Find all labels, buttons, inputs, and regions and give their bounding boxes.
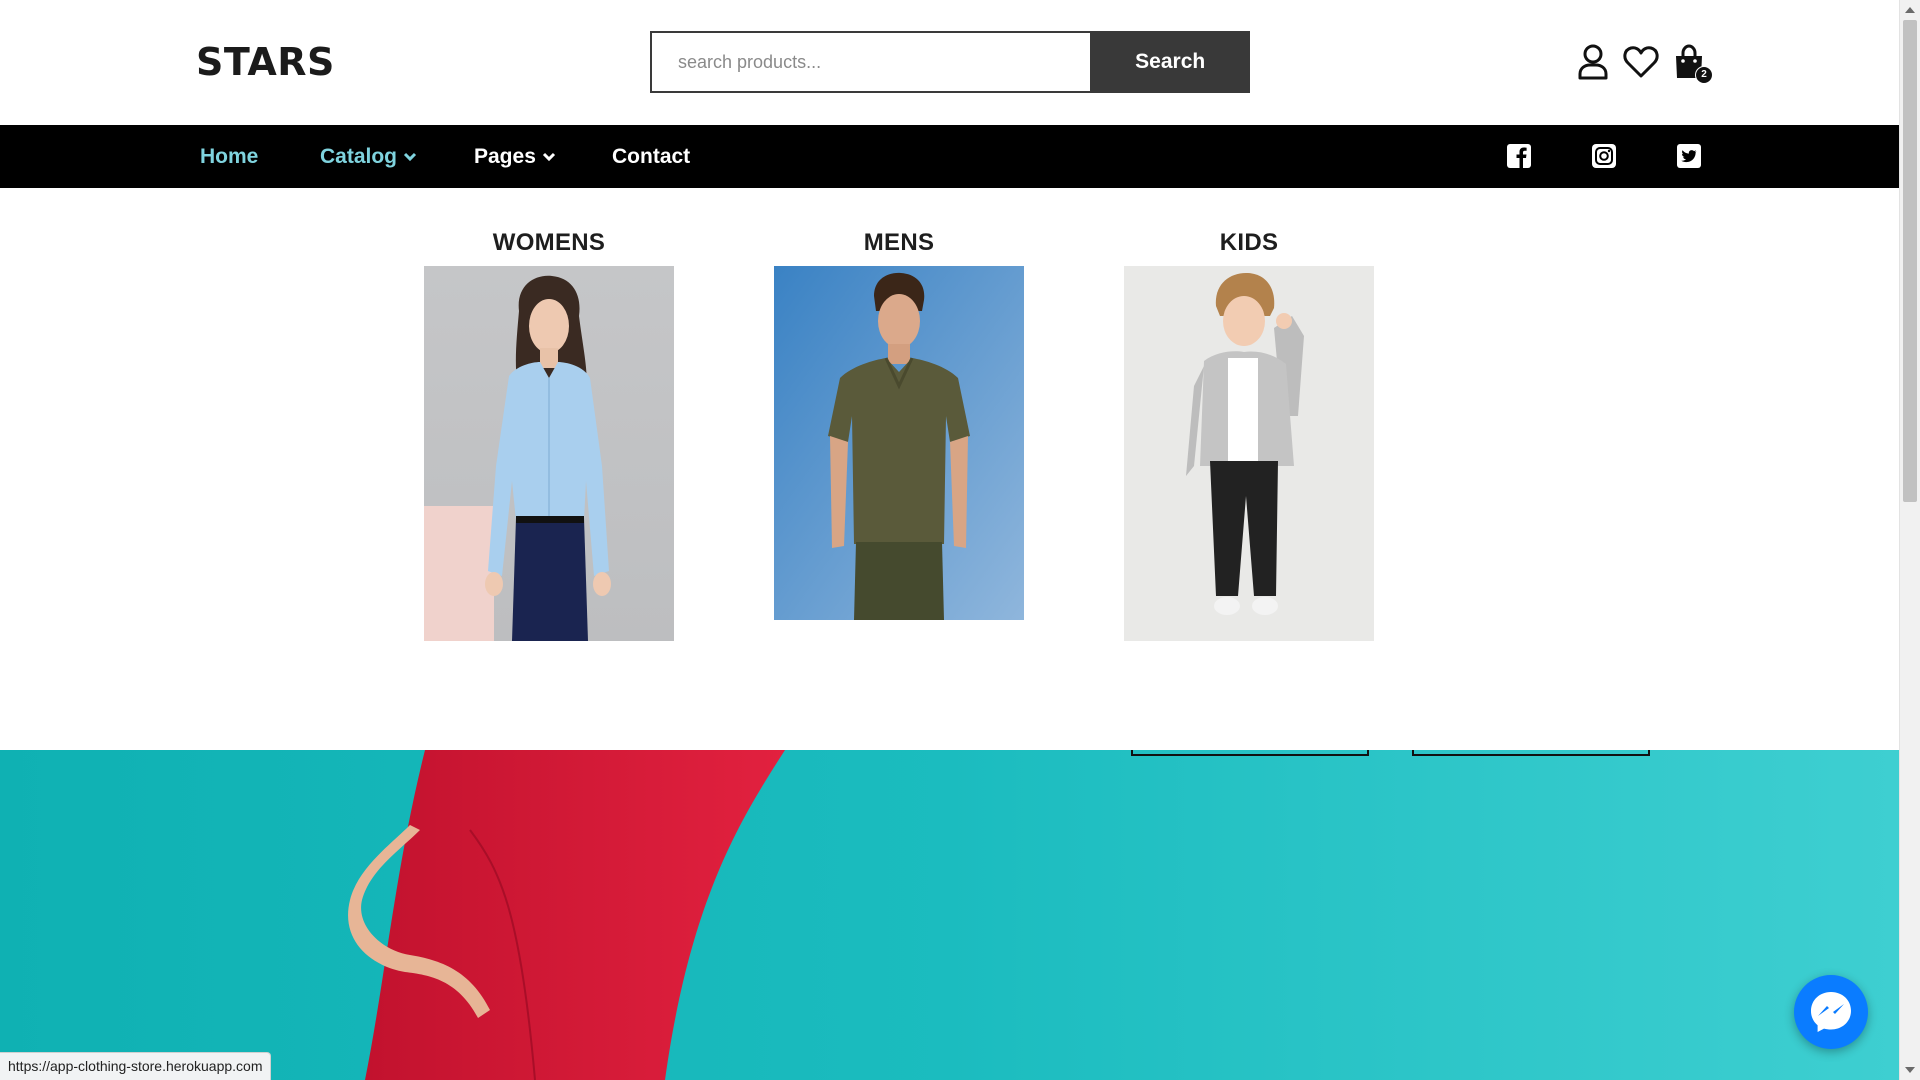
account-icon[interactable] (1575, 42, 1611, 82)
category-womens[interactable]: WOMENS (424, 188, 674, 641)
header-icons: 2 (1575, 42, 1713, 84)
site-header: STARS Search (0, 0, 1899, 125)
wishlist-heart-icon[interactable] (1623, 42, 1659, 82)
search-bar: Search (650, 31, 1250, 93)
messenger-icon (1811, 992, 1851, 1032)
category-title: MENS (863, 229, 935, 256)
catalog-mega-menu: WOMENS MENS KIDS (0, 188, 1899, 750)
page-scrollbar[interactable] (1899, 0, 1920, 1080)
scroll-up-arrow-icon[interactable] (1905, 7, 1915, 13)
page: STARS Search (0, 0, 1899, 1080)
nav-contact-label: Contact (612, 145, 691, 168)
facebook-icon[interactable] (1506, 143, 1532, 169)
nav-catalog[interactable]: Catalog (320, 125, 417, 188)
nav-catalog-label: Catalog (320, 145, 398, 168)
category-kids[interactable]: KIDS (1124, 188, 1374, 641)
nav-pages[interactable]: Pages (474, 125, 556, 188)
search-input[interactable] (650, 31, 1091, 93)
chevron-down-icon (403, 124, 417, 187)
category-title: KIDS (1219, 229, 1279, 256)
mens-image[interactable] (774, 266, 1024, 620)
twitter-icon[interactable] (1676, 143, 1702, 169)
search-button[interactable]: Search (1090, 31, 1250, 93)
scrollbar-thumb[interactable] (1903, 20, 1917, 502)
scroll-down-arrow-icon[interactable] (1905, 1067, 1915, 1073)
category-mens[interactable]: MENS (774, 188, 1024, 620)
status-bar-url: https://app-clothing-store.herokuapp.com (0, 1052, 272, 1080)
kids-image[interactable] (1124, 266, 1374, 641)
nav-home-label: Home (200, 145, 259, 168)
nav-contact[interactable]: Contact (612, 125, 690, 188)
cart-count-badge: 2 (1695, 66, 1713, 84)
hero-model-image (348, 750, 785, 1080)
nav-pages-label: Pages (474, 145, 536, 168)
instagram-icon[interactable] (1591, 143, 1617, 169)
site-logo[interactable]: STARS (196, 40, 335, 84)
hero-banner (0, 750, 1899, 1080)
nav-home[interactable]: Home (200, 125, 258, 188)
main-nav: Home Catalog Pages Contact (0, 125, 1899, 188)
messenger-chat-button[interactable] (1794, 975, 1868, 1049)
womens-image[interactable] (424, 266, 674, 641)
category-title: WOMENS (492, 229, 606, 256)
chevron-down-icon (542, 124, 556, 187)
cart-bag-icon[interactable]: 2 (1671, 42, 1713, 84)
